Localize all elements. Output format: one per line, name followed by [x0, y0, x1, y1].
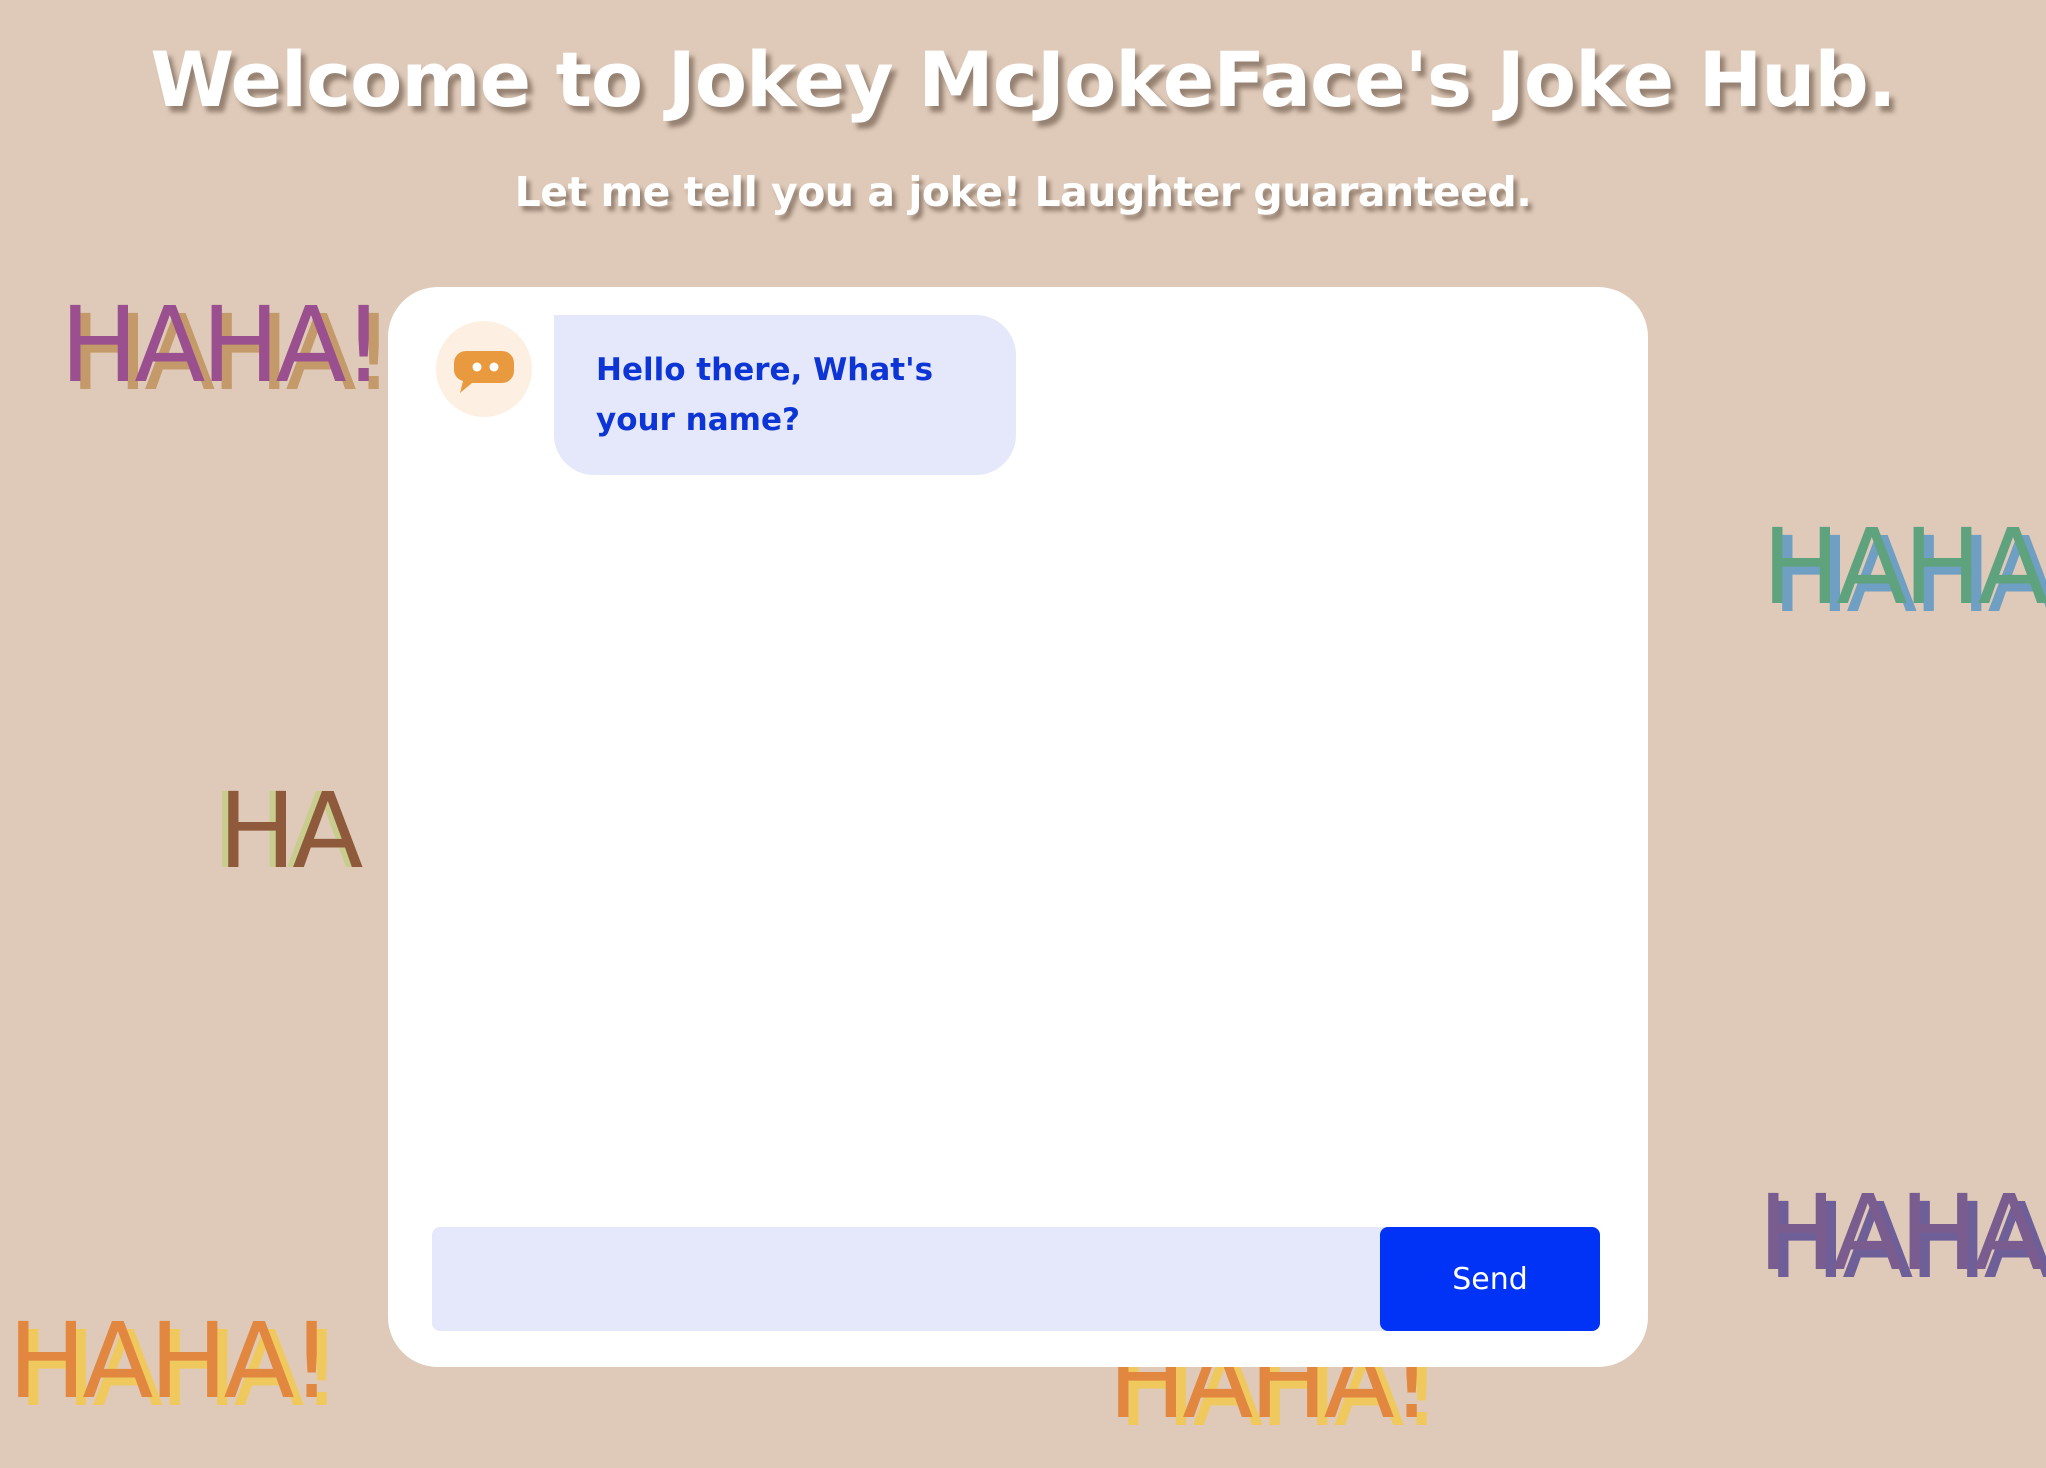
send-button[interactable]: Send — [1380, 1227, 1600, 1331]
bot-avatar — [436, 321, 532, 417]
chat-bubble-icon — [454, 351, 514, 393]
message-input[interactable] — [432, 1227, 1380, 1331]
haha-decoration: HAHA! — [8, 1300, 332, 1422]
haha-decoration: HAHA — [1758, 1172, 2045, 1294]
chat-window: Hello there, What's your name? Send — [388, 287, 1648, 1367]
page-title: Welcome to Jokey McJokeFace's Joke Hub. — [150, 35, 1896, 124]
page-subtitle: Let me tell you a joke! Laughter guarant… — [514, 168, 1532, 216]
haha-decoration: HAHA! — [60, 284, 384, 406]
haha-decoration: HA — [218, 770, 363, 892]
message-composer: Send — [432, 1227, 1600, 1331]
haha-decoration: HAHA — [1762, 506, 2046, 628]
bot-message: Hello there, What's your name? — [554, 315, 1016, 475]
